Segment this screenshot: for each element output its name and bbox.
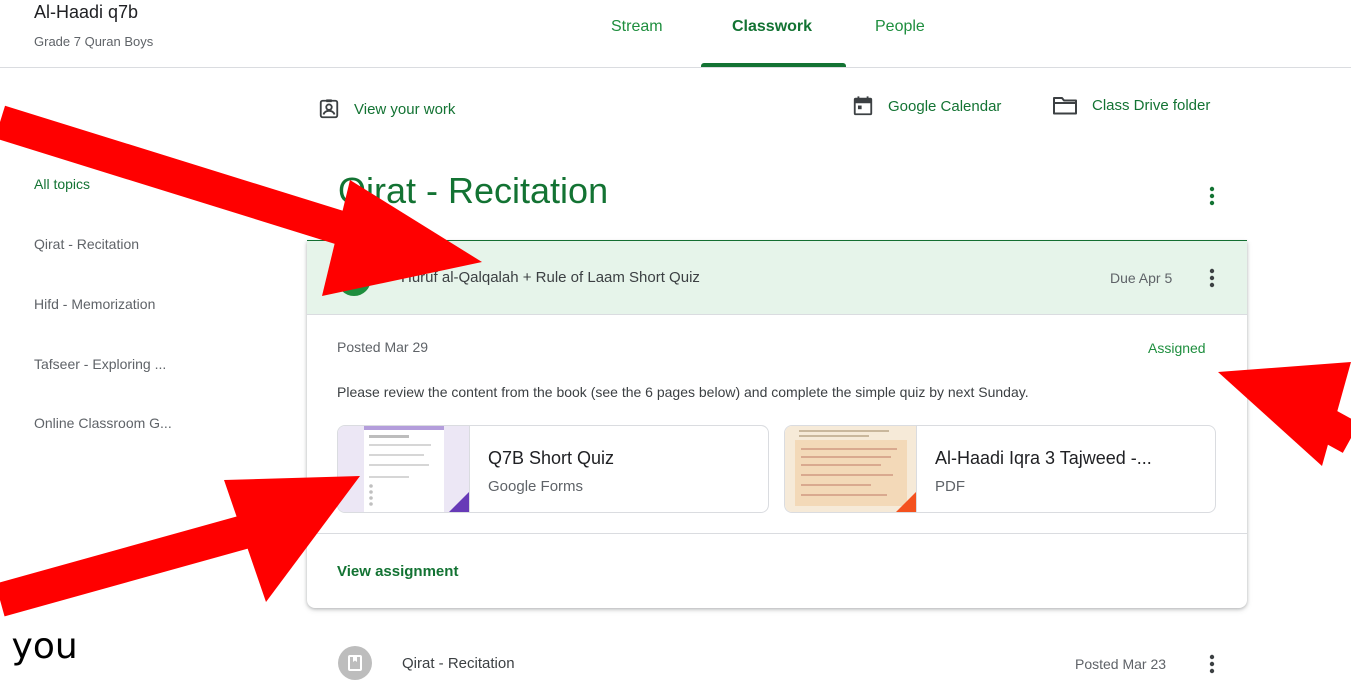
class-drive-folder-label: Class Drive folder <box>1092 96 1211 114</box>
attachment-google-form[interactable]: Q7B Short Quiz Google Forms <box>337 425 769 513</box>
active-tab-indicator <box>701 63 846 67</box>
tab-classwork[interactable]: Classwork <box>732 18 812 36</box>
folder-icon <box>1053 97 1077 115</box>
material-posted-date: Posted Mar 23 <box>1075 656 1167 672</box>
sidebar-item-tafseer[interactable]: Tafseer - Exploring ... <box>34 356 166 372</box>
google-calendar-label: Google Calendar <box>888 97 1002 115</box>
form-thumbnail <box>338 426 470 512</box>
status-badge: Assigned <box>1148 340 1206 356</box>
assignment-header[interactable]: Huruf al-Qalqalah + Rule of Laam Short Q… <box>307 241 1247 315</box>
portrait-icon <box>319 99 339 119</box>
sidebar-item-qirat[interactable]: Qirat - Recitation <box>34 236 139 252</box>
more-vert-icon[interactable] <box>1200 266 1224 290</box>
sidebar-item-online-classroom[interactable]: Online Classroom G... <box>34 415 172 431</box>
class-header: Al-Haadi q7b Grade 7 Quran Boys Stream C… <box>0 0 1351 68</box>
annotation-text: t you <box>0 626 78 667</box>
class-subtitle: Grade 7 Quran Boys <box>34 34 154 49</box>
view-assignment-link[interactable]: View assignment <box>337 563 458 580</box>
material-title[interactable]: Qirat - Recitation <box>402 655 515 672</box>
view-your-work-button[interactable]: View your work <box>318 98 455 120</box>
class-title: Al-Haadi q7b <box>34 2 139 22</box>
sidebar-item-hifd[interactable]: Hifd - Memorization <box>34 296 155 312</box>
card-divider <box>307 533 1247 534</box>
attachment-title: Q7B Short Quiz <box>488 448 615 468</box>
assignment-icon <box>337 262 371 296</box>
pdf-thumbnail <box>785 426 917 512</box>
tab-people[interactable]: People <box>875 18 925 36</box>
class-drive-folder-button[interactable]: Class Drive folder <box>1052 94 1210 116</box>
attachment-title: Al-Haadi Iqra 3 Tajweed -... <box>935 448 1152 468</box>
due-date: Due Apr 5 <box>1110 270 1173 286</box>
sidebar-item-all-topics[interactable]: All topics <box>34 176 90 192</box>
attachment-type: Google Forms <box>488 478 584 495</box>
view-your-work-label: View your work <box>354 100 456 118</box>
tab-stream[interactable]: Stream <box>611 18 663 36</box>
assignment-title: Huruf al-Qalqalah + Rule of Laam Short Q… <box>401 269 700 286</box>
forms-corner <box>449 492 469 512</box>
topic-more-icon[interactable] <box>1200 184 1224 208</box>
material-icon <box>338 646 372 680</box>
assignment-card: Huruf al-Qalqalah + Rule of Laam Short Q… <box>307 241 1247 608</box>
topic-title: Qirat - Recitation <box>338 170 609 211</box>
material-more-icon[interactable] <box>1200 652 1224 676</box>
attachment-pdf[interactable]: Al-Haadi Iqra 3 Tajweed -... PDF <box>784 425 1216 513</box>
calendar-icon <box>853 96 873 116</box>
assignment-description: Please review the content from the book … <box>337 384 1029 400</box>
attachment-type: PDF <box>935 478 965 495</box>
google-calendar-button[interactable]: Google Calendar <box>852 94 1001 118</box>
pdf-corner <box>896 492 916 512</box>
posted-date: Posted Mar 29 <box>337 339 429 355</box>
